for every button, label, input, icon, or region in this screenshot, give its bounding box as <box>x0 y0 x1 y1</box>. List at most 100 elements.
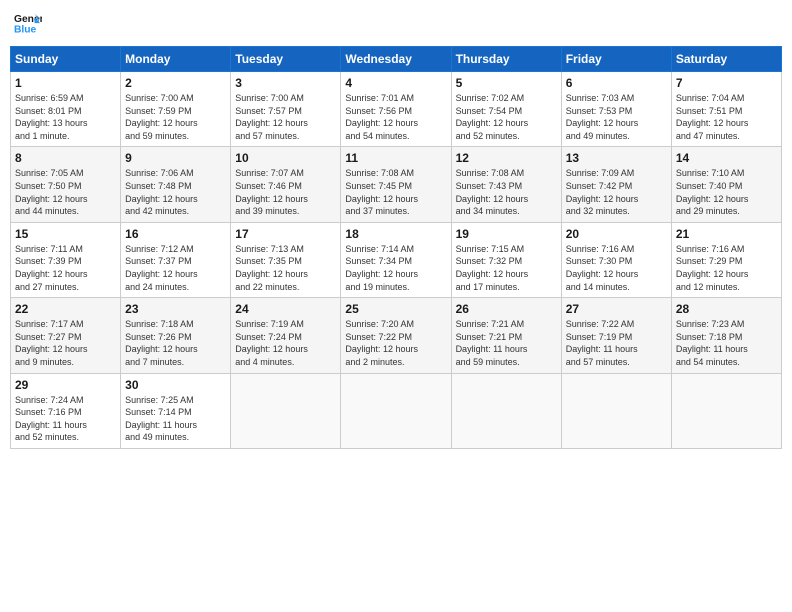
day-info: Sunrise: 7:08 AM Sunset: 7:45 PM Dayligh… <box>345 167 446 217</box>
day-number: 24 <box>235 302 336 316</box>
day-number: 8 <box>15 151 116 165</box>
day-number: 10 <box>235 151 336 165</box>
day-cell: 1 Sunrise: 6:59 AM Sunset: 8:01 PM Daylig… <box>11 72 121 147</box>
day-cell: 18 Sunrise: 7:14 AM Sunset: 7:34 PM Dayli… <box>341 222 451 297</box>
day-cell: 6 Sunrise: 7:03 AM Sunset: 7:53 PM Daylig… <box>561 72 671 147</box>
calendar-table: SundayMondayTuesdayWednesdayThursdayFrid… <box>10 46 782 449</box>
day-number: 3 <box>235 76 336 90</box>
day-number: 15 <box>15 227 116 241</box>
day-number: 13 <box>566 151 667 165</box>
day-cell: 2 Sunrise: 7:00 AM Sunset: 7:59 PM Daylig… <box>121 72 231 147</box>
day-info: Sunrise: 7:07 AM Sunset: 7:46 PM Dayligh… <box>235 167 336 217</box>
day-info: Sunrise: 6:59 AM Sunset: 8:01 PM Dayligh… <box>15 92 116 142</box>
day-info: Sunrise: 7:18 AM Sunset: 7:26 PM Dayligh… <box>125 318 226 368</box>
day-number: 9 <box>125 151 226 165</box>
day-number: 27 <box>566 302 667 316</box>
day-info: Sunrise: 7:20 AM Sunset: 7:22 PM Dayligh… <box>345 318 446 368</box>
day-cell: 30Sunrise: 7:25 AM Sunset: 7:14 PM Dayli… <box>121 373 231 448</box>
header-day-saturday: Saturday <box>671 47 781 72</box>
header-day-wednesday: Wednesday <box>341 47 451 72</box>
day-number: 14 <box>676 151 777 165</box>
day-cell: 21 Sunrise: 7:16 AM Sunset: 7:29 PM Dayli… <box>671 222 781 297</box>
day-cell: 24 Sunrise: 7:19 AM Sunset: 7:24 PM Dayli… <box>231 298 341 373</box>
day-number: 28 <box>676 302 777 316</box>
day-number: 12 <box>456 151 557 165</box>
day-cell: 10 Sunrise: 7:07 AM Sunset: 7:46 PM Dayli… <box>231 147 341 222</box>
day-cell: 13Sunrise: 7:09 AM Sunset: 7:42 PM Dayli… <box>561 147 671 222</box>
header-day-thursday: Thursday <box>451 47 561 72</box>
week-row-4: 22 Sunrise: 7:17 AM Sunset: 7:27 PM Dayli… <box>11 298 782 373</box>
day-number: 11 <box>345 151 446 165</box>
header-day-sunday: Sunday <box>11 47 121 72</box>
day-number: 5 <box>456 76 557 90</box>
day-info: Sunrise: 7:10 AM Sunset: 7:40 PM Dayligh… <box>676 167 777 217</box>
day-info: Sunrise: 7:11 AM Sunset: 7:39 PM Dayligh… <box>15 243 116 293</box>
day-cell: 17 Sunrise: 7:13 AM Sunset: 7:35 PM Dayli… <box>231 222 341 297</box>
day-number: 1 <box>15 76 116 90</box>
day-cell: 12 Sunrise: 7:08 AM Sunset: 7:43 PM Dayli… <box>451 147 561 222</box>
week-row-1: 1 Sunrise: 6:59 AM Sunset: 8:01 PM Daylig… <box>11 72 782 147</box>
day-cell: 3 Sunrise: 7:00 AM Sunset: 7:57 PM Daylig… <box>231 72 341 147</box>
day-info: Sunrise: 7:22 AM Sunset: 7:19 PM Dayligh… <box>566 318 667 368</box>
day-number: 4 <box>345 76 446 90</box>
day-cell <box>451 373 561 448</box>
day-cell: 5 Sunrise: 7:02 AM Sunset: 7:54 PM Daylig… <box>451 72 561 147</box>
day-info: Sunrise: 7:17 AM Sunset: 7:27 PM Dayligh… <box>15 318 116 368</box>
day-cell <box>671 373 781 448</box>
day-cell: 23 Sunrise: 7:18 AM Sunset: 7:26 PM Dayli… <box>121 298 231 373</box>
day-info: Sunrise: 7:12 AM Sunset: 7:37 PM Dayligh… <box>125 243 226 293</box>
day-info: Sunrise: 7:21 AM Sunset: 7:21 PM Dayligh… <box>456 318 557 368</box>
day-number: 19 <box>456 227 557 241</box>
day-number: 23 <box>125 302 226 316</box>
day-cell: 4 Sunrise: 7:01 AM Sunset: 7:56 PM Daylig… <box>341 72 451 147</box>
day-number: 22 <box>15 302 116 316</box>
logo-icon: General Blue <box>14 10 42 38</box>
day-cell <box>231 373 341 448</box>
day-cell: 14 Sunrise: 7:10 AM Sunset: 7:40 PM Dayli… <box>671 147 781 222</box>
day-info: Sunrise: 7:15 AM Sunset: 7:32 PM Dayligh… <box>456 243 557 293</box>
day-info: Sunrise: 7:03 AM Sunset: 7:53 PM Dayligh… <box>566 92 667 142</box>
day-info: Sunrise: 7:16 AM Sunset: 7:30 PM Dayligh… <box>566 243 667 293</box>
day-number: 7 <box>676 76 777 90</box>
day-info: Sunrise: 7:02 AM Sunset: 7:54 PM Dayligh… <box>456 92 557 142</box>
week-row-5: 29Sunrise: 7:24 AM Sunset: 7:16 PM Dayli… <box>11 373 782 448</box>
day-info: Sunrise: 7:08 AM Sunset: 7:43 PM Dayligh… <box>456 167 557 217</box>
header-row: SundayMondayTuesdayWednesdayThursdayFrid… <box>11 47 782 72</box>
day-cell: 11 Sunrise: 7:08 AM Sunset: 7:45 PM Dayli… <box>341 147 451 222</box>
day-cell: 19 Sunrise: 7:15 AM Sunset: 7:32 PM Dayli… <box>451 222 561 297</box>
day-info: Sunrise: 7:14 AM Sunset: 7:34 PM Dayligh… <box>345 243 446 293</box>
day-number: 18 <box>345 227 446 241</box>
day-cell <box>561 373 671 448</box>
day-cell: 9Sunrise: 7:06 AM Sunset: 7:48 PM Daylig… <box>121 147 231 222</box>
day-number: 25 <box>345 302 446 316</box>
svg-text:Blue: Blue <box>14 24 37 35</box>
day-info: Sunrise: 7:23 AM Sunset: 7:18 PM Dayligh… <box>676 318 777 368</box>
day-cell: 26Sunrise: 7:21 AM Sunset: 7:21 PM Dayli… <box>451 298 561 373</box>
day-info: Sunrise: 7:19 AM Sunset: 7:24 PM Dayligh… <box>235 318 336 368</box>
day-number: 2 <box>125 76 226 90</box>
day-cell: 27 Sunrise: 7:22 AM Sunset: 7:19 PM Dayli… <box>561 298 671 373</box>
page-header: General Blue <box>10 10 782 38</box>
day-cell: 29Sunrise: 7:24 AM Sunset: 7:16 PM Dayli… <box>11 373 121 448</box>
day-info: Sunrise: 7:00 AM Sunset: 7:59 PM Dayligh… <box>125 92 226 142</box>
day-info: Sunrise: 7:01 AM Sunset: 7:56 PM Dayligh… <box>345 92 446 142</box>
day-cell: 22 Sunrise: 7:17 AM Sunset: 7:27 PM Dayli… <box>11 298 121 373</box>
header-day-friday: Friday <box>561 47 671 72</box>
day-number: 21 <box>676 227 777 241</box>
day-number: 29 <box>15 378 116 392</box>
day-info: Sunrise: 7:00 AM Sunset: 7:57 PM Dayligh… <box>235 92 336 142</box>
day-cell: 8 Sunrise: 7:05 AM Sunset: 7:50 PM Daylig… <box>11 147 121 222</box>
day-cell: 28 Sunrise: 7:23 AM Sunset: 7:18 PM Dayli… <box>671 298 781 373</box>
day-info: Sunrise: 7:25 AM Sunset: 7:14 PM Dayligh… <box>125 394 226 444</box>
day-number: 20 <box>566 227 667 241</box>
logo: General Blue <box>14 10 42 38</box>
day-cell: 16Sunrise: 7:12 AM Sunset: 7:37 PM Dayli… <box>121 222 231 297</box>
day-number: 17 <box>235 227 336 241</box>
day-cell: 25 Sunrise: 7:20 AM Sunset: 7:22 PM Dayli… <box>341 298 451 373</box>
day-cell <box>341 373 451 448</box>
day-number: 6 <box>566 76 667 90</box>
day-info: Sunrise: 7:13 AM Sunset: 7:35 PM Dayligh… <box>235 243 336 293</box>
day-info: Sunrise: 7:05 AM Sunset: 7:50 PM Dayligh… <box>15 167 116 217</box>
day-info: Sunrise: 7:16 AM Sunset: 7:29 PM Dayligh… <box>676 243 777 293</box>
week-row-2: 8 Sunrise: 7:05 AM Sunset: 7:50 PM Daylig… <box>11 147 782 222</box>
